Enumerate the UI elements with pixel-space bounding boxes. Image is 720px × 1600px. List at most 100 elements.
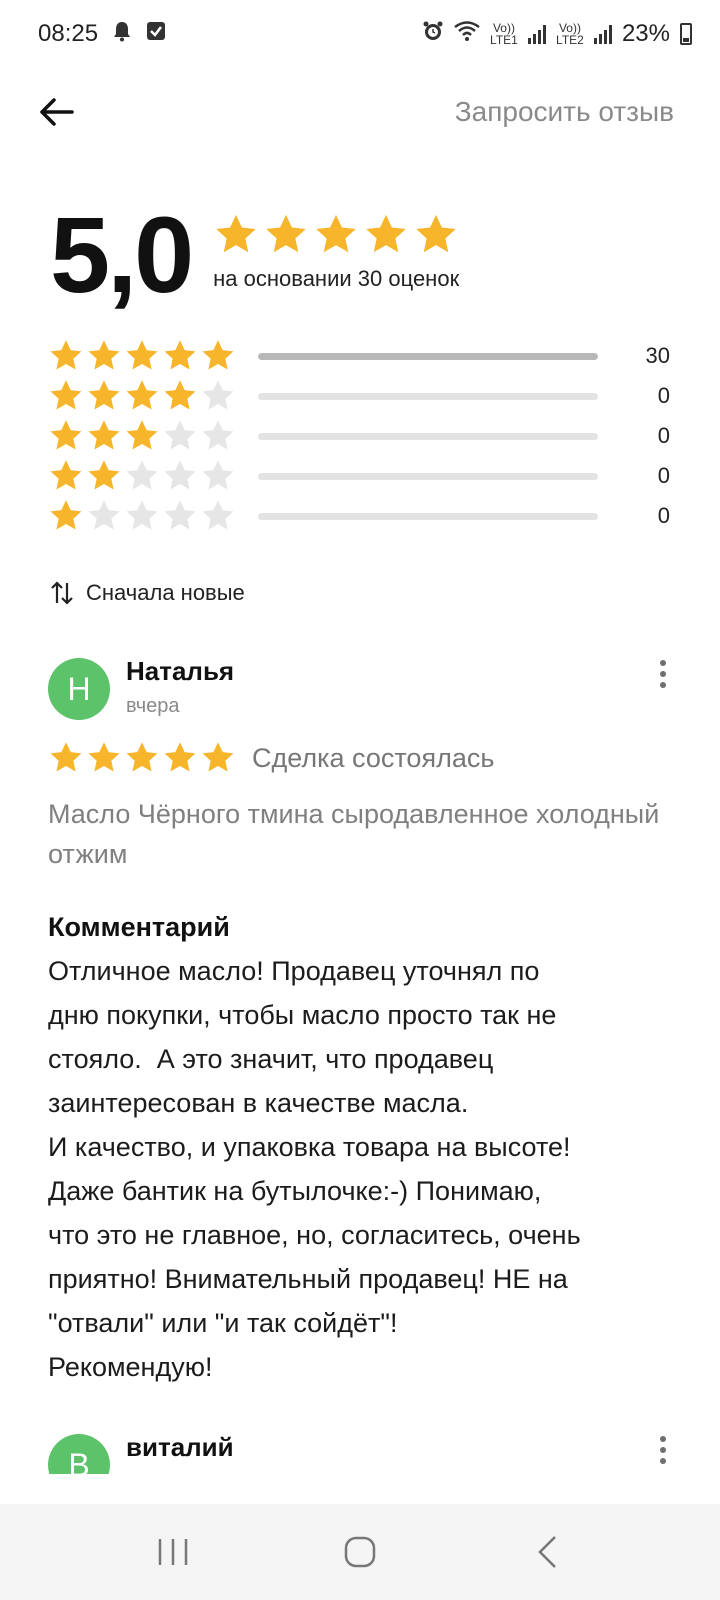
- average-rating: 5,0: [50, 194, 194, 315]
- more-options-button[interactable]: [648, 1428, 678, 1464]
- home-button[interactable]: [330, 1522, 390, 1582]
- distribution-count: 0: [657, 423, 670, 448]
- recent-apps-button[interactable]: [143, 1522, 203, 1582]
- home-icon: [344, 1536, 376, 1568]
- battery-icon: [680, 23, 692, 45]
- average-stars: [213, 212, 459, 258]
- distribution-row: 30: [48, 336, 670, 376]
- star-filled-icon: [50, 500, 82, 530]
- star-filled-icon: [50, 742, 82, 772]
- star-filled-icon: [366, 214, 406, 253]
- sim1-signal-icon: [527, 24, 546, 44]
- ratings-basis-text: на основании 30 оценок: [213, 266, 460, 291]
- status-bar: 08:25 Vo)) LTE1 Vo)) LTE2 23%: [0, 0, 720, 68]
- distribution-count: 0: [657, 383, 670, 408]
- product-name[interactable]: Масло Чёрного тмина сыродавленное холодн…: [48, 794, 678, 874]
- system-navigation-bar: [0, 1504, 720, 1600]
- distribution-bar: [258, 392, 598, 400]
- review-stars: [48, 740, 236, 776]
- distribution-count: 30: [645, 343, 670, 368]
- star-filled-icon: [88, 380, 120, 410]
- sort-button[interactable]: Сначала новые: [50, 580, 245, 606]
- checkbox-notification-icon: [146, 20, 166, 48]
- star-empty-icon: [202, 500, 234, 530]
- distribution-row: 0: [48, 376, 670, 416]
- distribution-bar: [258, 472, 598, 480]
- notification-bell-icon: [112, 20, 132, 49]
- review-date: 10: [126, 1471, 648, 1474]
- star-empty-icon: [202, 460, 234, 490]
- distribution-stars: [48, 378, 248, 414]
- star-filled-icon: [88, 460, 120, 490]
- deal-status: Сделка состоялась: [252, 742, 495, 773]
- distribution-row: 0: [48, 496, 670, 536]
- distribution-bar: [258, 432, 598, 440]
- wifi-icon: [454, 20, 480, 48]
- reviewer-info: виталий 10: [126, 1428, 648, 1474]
- system-back-button[interactable]: [517, 1522, 577, 1582]
- star-empty-icon: [202, 380, 234, 410]
- star-filled-icon: [50, 380, 82, 410]
- star-filled-icon: [126, 380, 158, 410]
- star-empty-icon: [164, 500, 196, 530]
- comment-title: Комментарий: [48, 912, 230, 942]
- more-options-button[interactable]: [648, 652, 678, 688]
- top-app-bar: Запросить отзыв: [0, 72, 720, 152]
- star-filled-icon: [266, 214, 306, 253]
- sim2-label: Vo)) LTE2: [556, 21, 584, 47]
- star-filled-icon: [316, 214, 356, 253]
- star-empty-icon: [164, 460, 196, 490]
- star-filled-icon: [88, 420, 120, 450]
- star-empty-icon: [88, 500, 120, 530]
- avatar: Н: [48, 658, 110, 720]
- star-filled-icon: [164, 380, 196, 410]
- sim2-signal-icon: [593, 24, 612, 44]
- sim1-label: Vo)) LTE1: [490, 21, 518, 47]
- star-empty-icon: [126, 500, 158, 530]
- star-empty-icon: [126, 460, 158, 490]
- star-filled-icon: [126, 742, 158, 772]
- distribution-stars: [48, 418, 248, 454]
- distribution-bar-fill: [258, 352, 598, 360]
- distribution-stars: [48, 498, 248, 534]
- reviewer-name[interactable]: Наталья: [126, 656, 648, 687]
- star-filled-icon: [88, 340, 120, 370]
- battery-percent: 23%: [621, 20, 670, 47]
- review-date: вчера: [126, 695, 180, 717]
- recent-apps-icon: [159, 1539, 188, 1565]
- star-filled-icon: [416, 214, 456, 253]
- star-filled-icon: [50, 460, 82, 490]
- sort-arrows-icon: [51, 581, 73, 605]
- star-empty-icon: [202, 420, 234, 450]
- status-time: 08:25: [38, 20, 99, 47]
- star-filled-icon: [202, 340, 234, 370]
- status-left: 08:25: [38, 20, 166, 49]
- arrow-left-icon: [40, 98, 74, 126]
- dot: [660, 1458, 666, 1464]
- star-filled-icon: [202, 742, 234, 772]
- back-button[interactable]: [36, 92, 76, 132]
- request-review-button[interactable]: Запросить отзыв: [455, 96, 674, 128]
- star-filled-icon: [50, 340, 82, 370]
- dot: [660, 682, 666, 688]
- dot: [660, 1447, 666, 1453]
- distribution-row: 0: [48, 456, 670, 496]
- review-header: Н Наталья вчера: [48, 652, 678, 720]
- review-card: Н Наталья вчера Сделка состоялась Масло …: [48, 652, 678, 1389]
- distribution-bar: [258, 512, 598, 520]
- avatar: В: [48, 1434, 110, 1474]
- distribution-count: 0: [657, 463, 670, 488]
- chevron-left-icon: [537, 1536, 556, 1568]
- reviewer-info: Наталья вчера: [126, 652, 648, 718]
- star-filled-icon: [126, 340, 158, 370]
- distribution-row: 0: [48, 416, 670, 456]
- dot: [660, 671, 666, 677]
- rating-summary-details: на основании 30 оценок: [213, 212, 459, 292]
- reviewer-name[interactable]: виталий: [126, 1432, 648, 1463]
- distribution-bar: [258, 352, 598, 360]
- rating-summary: 5,0 на основании 30 оценок: [50, 200, 459, 310]
- star-filled-icon: [88, 742, 120, 772]
- review-header: В виталий 10: [48, 1428, 678, 1474]
- star-empty-icon: [164, 420, 196, 450]
- review-rating-row: Сделка состоялась: [48, 740, 678, 776]
